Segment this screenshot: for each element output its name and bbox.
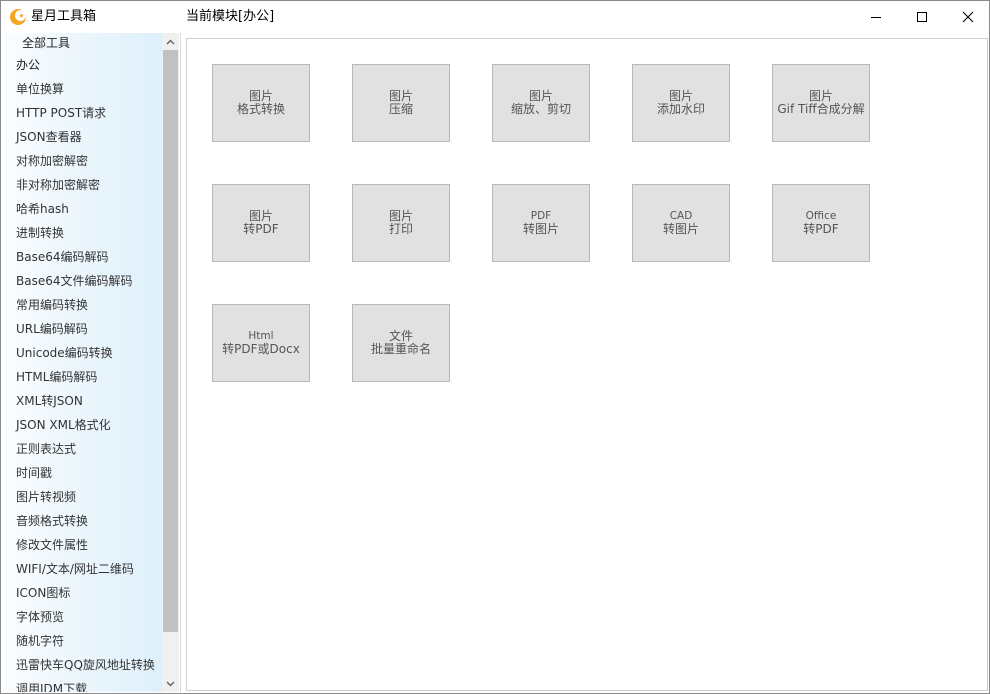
sidebar-item[interactable]: ICON图标 [16,585,155,609]
tile-pdf-to-image[interactable]: PDF 转图片 [492,184,590,262]
tool-grid-panel: 图片 格式转换 图片 压缩 图片 缩放、剪切 图片 添加水印 图片 Gif Ti… [186,38,988,691]
tile-image-compress[interactable]: 图片 压缩 [352,64,450,142]
sidebar-item[interactable]: URL编码解码 [16,321,155,345]
maximize-button[interactable] [899,1,945,33]
close-icon [962,11,974,23]
tile-label-line2: 转PDF或Docx [222,342,300,356]
sidebar-item[interactable]: 图片转视频 [16,489,155,513]
tile-label-line2: 压缩 [388,102,413,116]
sidebar-item[interactable]: Base64编码解码 [16,249,155,273]
app-title: 星月工具箱 [31,9,97,24]
sidebar-item[interactable]: 随机字符 [16,633,155,657]
sidebar-item[interactable]: HTML编码解码 [16,369,155,393]
tile-file-batch-rename[interactable]: 文件 批量重命名 [352,304,450,382]
tile-label-line2: Gif Tiff合成分解 [777,102,865,116]
sidebar-item[interactable]: Unicode编码转换 [16,345,155,369]
chevron-up-icon [166,39,175,44]
sidebar-item[interactable]: 单位换算 [16,81,155,105]
app-logo-icon [10,9,26,25]
title-bar[interactable]: 星月工具箱 当前模块[办公] [1,1,989,33]
sidebar-item[interactable]: 字体预览 [16,609,155,633]
tile-label-line2: 转PDF [803,222,839,236]
tile-cad-to-image[interactable]: CAD 转图片 [632,184,730,262]
tile-office-to-pdf[interactable]: Office 转PDF [772,184,870,262]
tool-category-list: 办公 单位换算 HTTP POST请求 JSON查看器 对称加密解密 非对称加密… [16,57,155,692]
tile-image-format-convert[interactable]: 图片 格式转换 [212,64,310,142]
sidebar-item[interactable]: 非对称加密解密 [16,177,155,201]
tile-label-line2: 添加水印 [656,102,705,116]
sidebar-header-all-tools[interactable]: 全部工具 [22,35,70,51]
tile-image-print[interactable]: 图片 打印 [352,184,450,262]
sidebar-item[interactable]: JSON XML格式化 [16,417,155,441]
sidebar-item[interactable]: 调用IDM下载 [16,681,155,692]
tile-label-line2: 格式转换 [236,102,285,116]
minimize-button[interactable] [853,1,899,33]
sidebar-item[interactable]: 音频格式转换 [16,513,155,537]
sidebar-item[interactable]: 正则表达式 [16,441,155,465]
tile-label-line2: 转图片 [522,222,559,236]
minimize-icon [871,17,881,18]
scroll-down-button[interactable] [162,675,179,692]
tile-label-line2: 转PDF [243,222,279,236]
tile-label-line2: 批量重命名 [370,342,431,356]
maximize-icon [917,12,927,22]
tile-html-to-pdf-docx[interactable]: Html 转PDF或Docx [212,304,310,382]
sidebar-item[interactable]: XML转JSON [16,393,155,417]
tile-label-line2: 缩放、剪切 [510,102,571,116]
tile-image-to-pdf[interactable]: 图片 转PDF [212,184,310,262]
tile-label-line2: 打印 [388,222,413,236]
sidebar-item[interactable]: JSON查看器 [16,129,155,153]
sidebar-scrollbar[interactable] [162,33,179,692]
tile-image-gif-tiff[interactable]: 图片 Gif Tiff合成分解 [772,64,870,142]
tile-image-resize-crop[interactable]: 图片 缩放、剪切 [492,64,590,142]
chevron-down-icon [166,681,175,686]
tool-sidebar: 全部工具 办公 单位换算 HTTP POST请求 JSON查看器 对称加密解密 … [2,33,162,692]
tile-label-line2: 转图片 [662,222,699,236]
sidebar-item[interactable]: 时间戳 [16,465,155,489]
sidebar-item[interactable]: 迅雷快车QQ旋风地址转换 [16,657,155,681]
sidebar-item[interactable]: 进制转换 [16,225,155,249]
sidebar-item[interactable]: 常用编码转换 [16,297,155,321]
app-window: 星月工具箱 当前模块[办公] 全部工具 办公 单位换算 HTTP POST请求 … [0,0,990,694]
close-button[interactable] [945,1,989,33]
sidebar-item[interactable]: 修改文件属性 [16,537,155,561]
sidebar-item[interactable]: HTTP POST请求 [16,105,155,129]
scrollbar-thumb[interactable] [163,50,178,632]
sidebar-item[interactable]: WIFI/文本/网址二维码 [16,561,155,585]
current-module-title: 当前模块[办公] [186,9,275,24]
sidebar-item[interactable]: Base64文件编码解码 [16,273,155,297]
tile-image-watermark[interactable]: 图片 添加水印 [632,64,730,142]
splitter[interactable] [180,33,181,692]
sidebar-item[interactable]: 办公 [16,57,155,81]
scroll-up-button[interactable] [162,33,179,50]
sidebar-item[interactable]: 哈希hash [16,201,155,225]
sidebar-item[interactable]: 对称加密解密 [16,153,155,177]
